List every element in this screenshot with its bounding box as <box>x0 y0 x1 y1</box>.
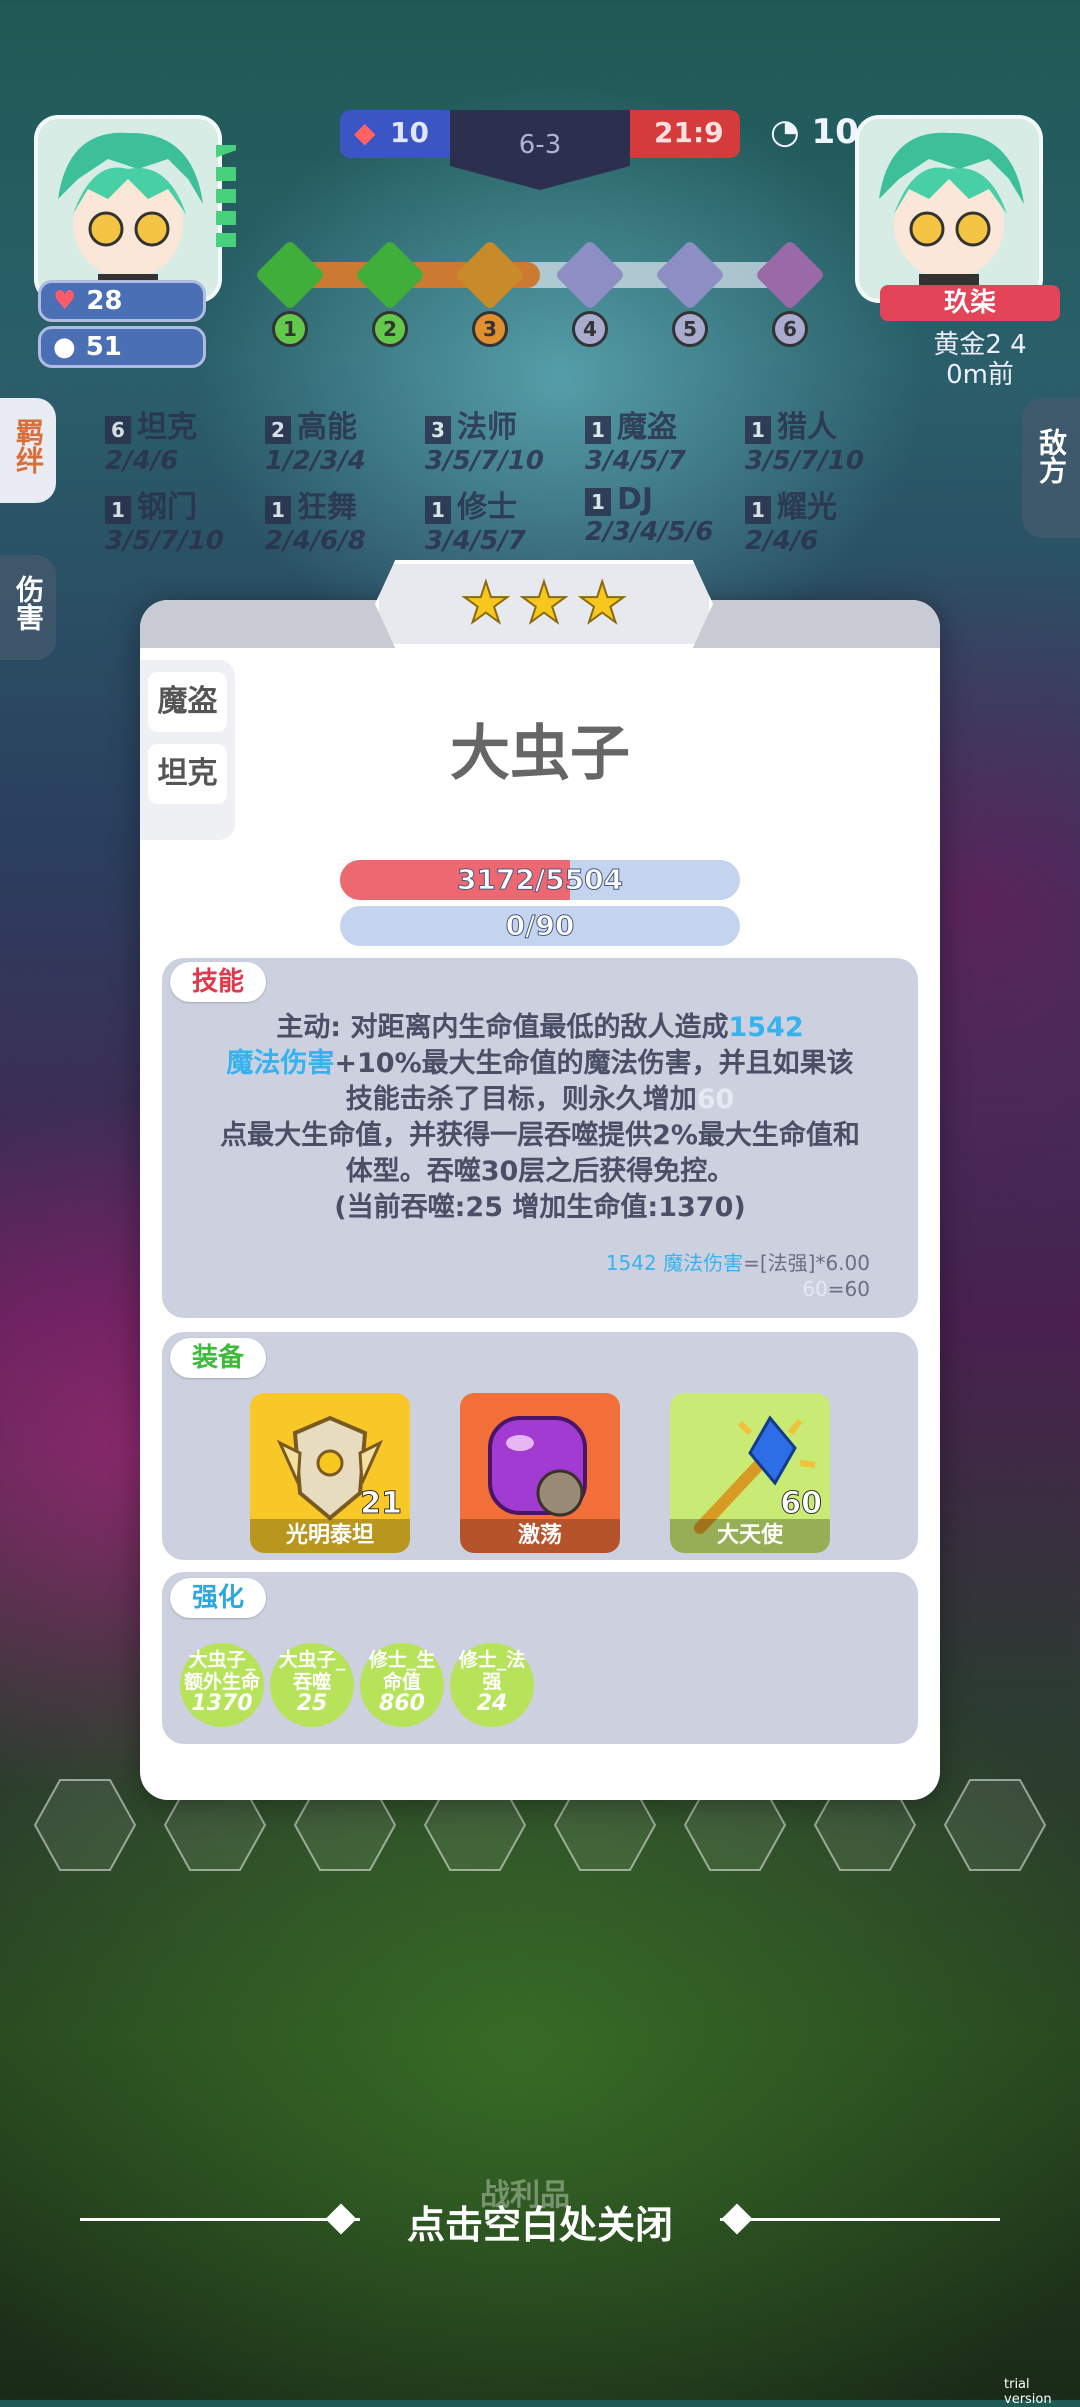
skill-description: 主动: 对距离内生命值最低的敌人造成1542 魔法伤害+10%最大生命值的魔法伤… <box>220 1012 860 1223</box>
tab-enemy[interactable]: 敌方 <box>1022 398 1080 538</box>
trait-item[interactable]: 1 修士 3/4/5/7 <box>425 482 526 556</box>
watermark: trial version <box>1004 2377 1052 2407</box>
equipment-item-light-titan[interactable]: 21 光明泰坦 <box>250 1393 410 1553</box>
heart-icon: ♥ <box>53 286 77 316</box>
buff-chip[interactable]: 大虫子_额外生命 1370 <box>180 1643 264 1727</box>
equipment-tag: 装备 <box>170 1338 267 1378</box>
stage-num-1: 1 <box>272 311 308 347</box>
opponent-name: 玖柒 <box>880 285 1060 321</box>
stage-node-5 <box>654 239 726 311</box>
buff-chip[interactable]: 修士_生命值 860 <box>360 1643 444 1727</box>
divider-right <box>720 2218 1000 2221</box>
close-hint[interactable]: 点击空白处关闭 <box>380 2194 700 2249</box>
star-icon: ★ <box>460 570 512 637</box>
mana-bar: 0/90 <box>340 906 740 946</box>
tag-label: 魔盗 <box>148 672 227 732</box>
tag-panel: 魔盗 坦克 <box>140 660 235 840</box>
stage-num-6: 6 <box>772 311 808 347</box>
skill-tag: 技能 <box>170 962 267 1002</box>
stage-node-3 <box>454 239 526 311</box>
tag-label: 坦克 <box>148 744 227 804</box>
unit-name: 大虫子 <box>450 719 630 789</box>
skill-formula: 1542 魔法伤害=[法强]*6.00 60=60 <box>605 1251 870 1301</box>
trait-item[interactable]: 1 魔盗 3/4/5/7 <box>585 402 686 476</box>
clock-icon: ◔ <box>770 112 800 152</box>
star-icon: ★ <box>518 570 570 637</box>
enhancement-tag: 强化 <box>170 1578 267 1618</box>
trait-item[interactable]: 1 耀光 2/4/6 <box>745 482 837 556</box>
buff-chip[interactable]: 大虫子_吞噬 25 <box>270 1643 354 1727</box>
star-icon: ★ <box>576 570 628 637</box>
player-avatar[interactable] <box>34 115 222 303</box>
round-indicator: 6-3 <box>450 110 630 190</box>
stage-node-6 <box>754 239 826 311</box>
trait-item[interactable]: 2 高能 1/2/3/4 <box>265 402 366 476</box>
trait-item[interactable]: 3 法师 3/5/7/10 <box>425 402 544 476</box>
stage-num-5: 5 <box>672 311 708 347</box>
stage-node-4 <box>554 239 626 311</box>
tab-bonds[interactable]: 羁绊 <box>0 398 56 503</box>
opponent-status: 黄金2 4 0m前 <box>933 330 1027 390</box>
right-score: 21:9 <box>630 110 740 158</box>
buff-chip[interactable]: 修士_法强 24 <box>450 1643 534 1727</box>
level-bars <box>212 136 238 275</box>
trait-item[interactable]: 1 钢门 3/5/7/10 <box>105 482 224 556</box>
star-banner: ★ ★ ★ <box>375 560 713 648</box>
left-score: ◆ 10 <box>340 110 450 158</box>
player-gold: ● 51 <box>38 326 206 368</box>
fire-icon: ◆ <box>354 116 376 149</box>
divider-left <box>80 2218 360 2221</box>
opponent-avatar[interactable] <box>855 115 1043 303</box>
stage-num-4: 4 <box>572 311 608 347</box>
equipment-item-surge[interactable]: 激荡 <box>460 1393 620 1553</box>
diamond-right-icon <box>721 2203 753 2235</box>
stage-node-1 <box>254 239 326 311</box>
coin-icon: ● <box>53 332 76 362</box>
trait-item[interactable]: 1 DJ 2/3/4/5/6 <box>585 482 713 547</box>
stage-node-2 <box>354 239 426 311</box>
equipment-item-archangel[interactable]: 60 大天使 <box>670 1393 830 1553</box>
tab-damage[interactable]: 伤害 <box>0 555 56 660</box>
hp-bar: 3172/5504 <box>340 860 740 900</box>
diamond-left-icon <box>325 2203 357 2235</box>
trait-item[interactable]: 6 坦克 2/4/6 <box>105 402 197 476</box>
stage-num-3: 3 <box>472 311 508 347</box>
trait-item[interactable]: 1 猎人 3/5/7/10 <box>745 402 864 476</box>
player-hp: ♥ 28 <box>38 280 206 322</box>
stage-num-2: 2 <box>372 311 408 347</box>
trait-item[interactable]: 1 狂舞 2/4/6/8 <box>265 482 366 556</box>
